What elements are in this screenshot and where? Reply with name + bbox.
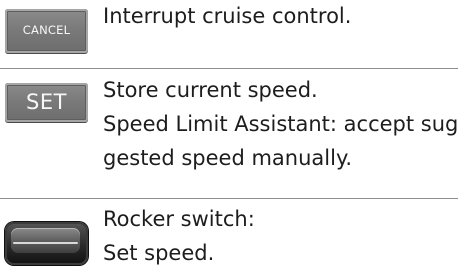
rocker-switch-icon bbox=[5, 222, 88, 265]
set-key-icon: SET bbox=[5, 83, 88, 122]
divider bbox=[0, 198, 458, 199]
rocker-switch-face bbox=[11, 228, 80, 253]
cancel-key-label: CANCEL bbox=[22, 23, 71, 38]
set-description-line-1: Store current speed. bbox=[103, 78, 318, 102]
cancel-row: CANCEL Interrupt cruise control. bbox=[0, 0, 458, 66]
set-description: Store current speed. Speed Limit Assista… bbox=[103, 73, 458, 175]
cancel-description: Interrupt cruise control. bbox=[103, 0, 449, 33]
rocker-description-line-1: Rocker switch: bbox=[103, 207, 255, 231]
rocker-row: Rocker switch: Set speed. bbox=[0, 200, 458, 265]
set-description-line-3: gested speed manually. bbox=[103, 146, 353, 170]
cancel-key-icon: CANCEL bbox=[5, 9, 88, 53]
set-key-label: SET bbox=[26, 90, 67, 114]
rocker-switch-highlight bbox=[13, 242, 78, 244]
cancel-description-line-1: Interrupt cruise control. bbox=[103, 4, 352, 28]
rocker-description-line-2: Set speed. bbox=[103, 241, 215, 265]
set-description-line-2: Speed Limit Assistant: accept sug- bbox=[103, 112, 458, 136]
set-row: SET Store current speed. Speed Limit Ass… bbox=[0, 69, 458, 198]
rocker-description: Rocker switch: Set speed. bbox=[103, 202, 449, 270]
